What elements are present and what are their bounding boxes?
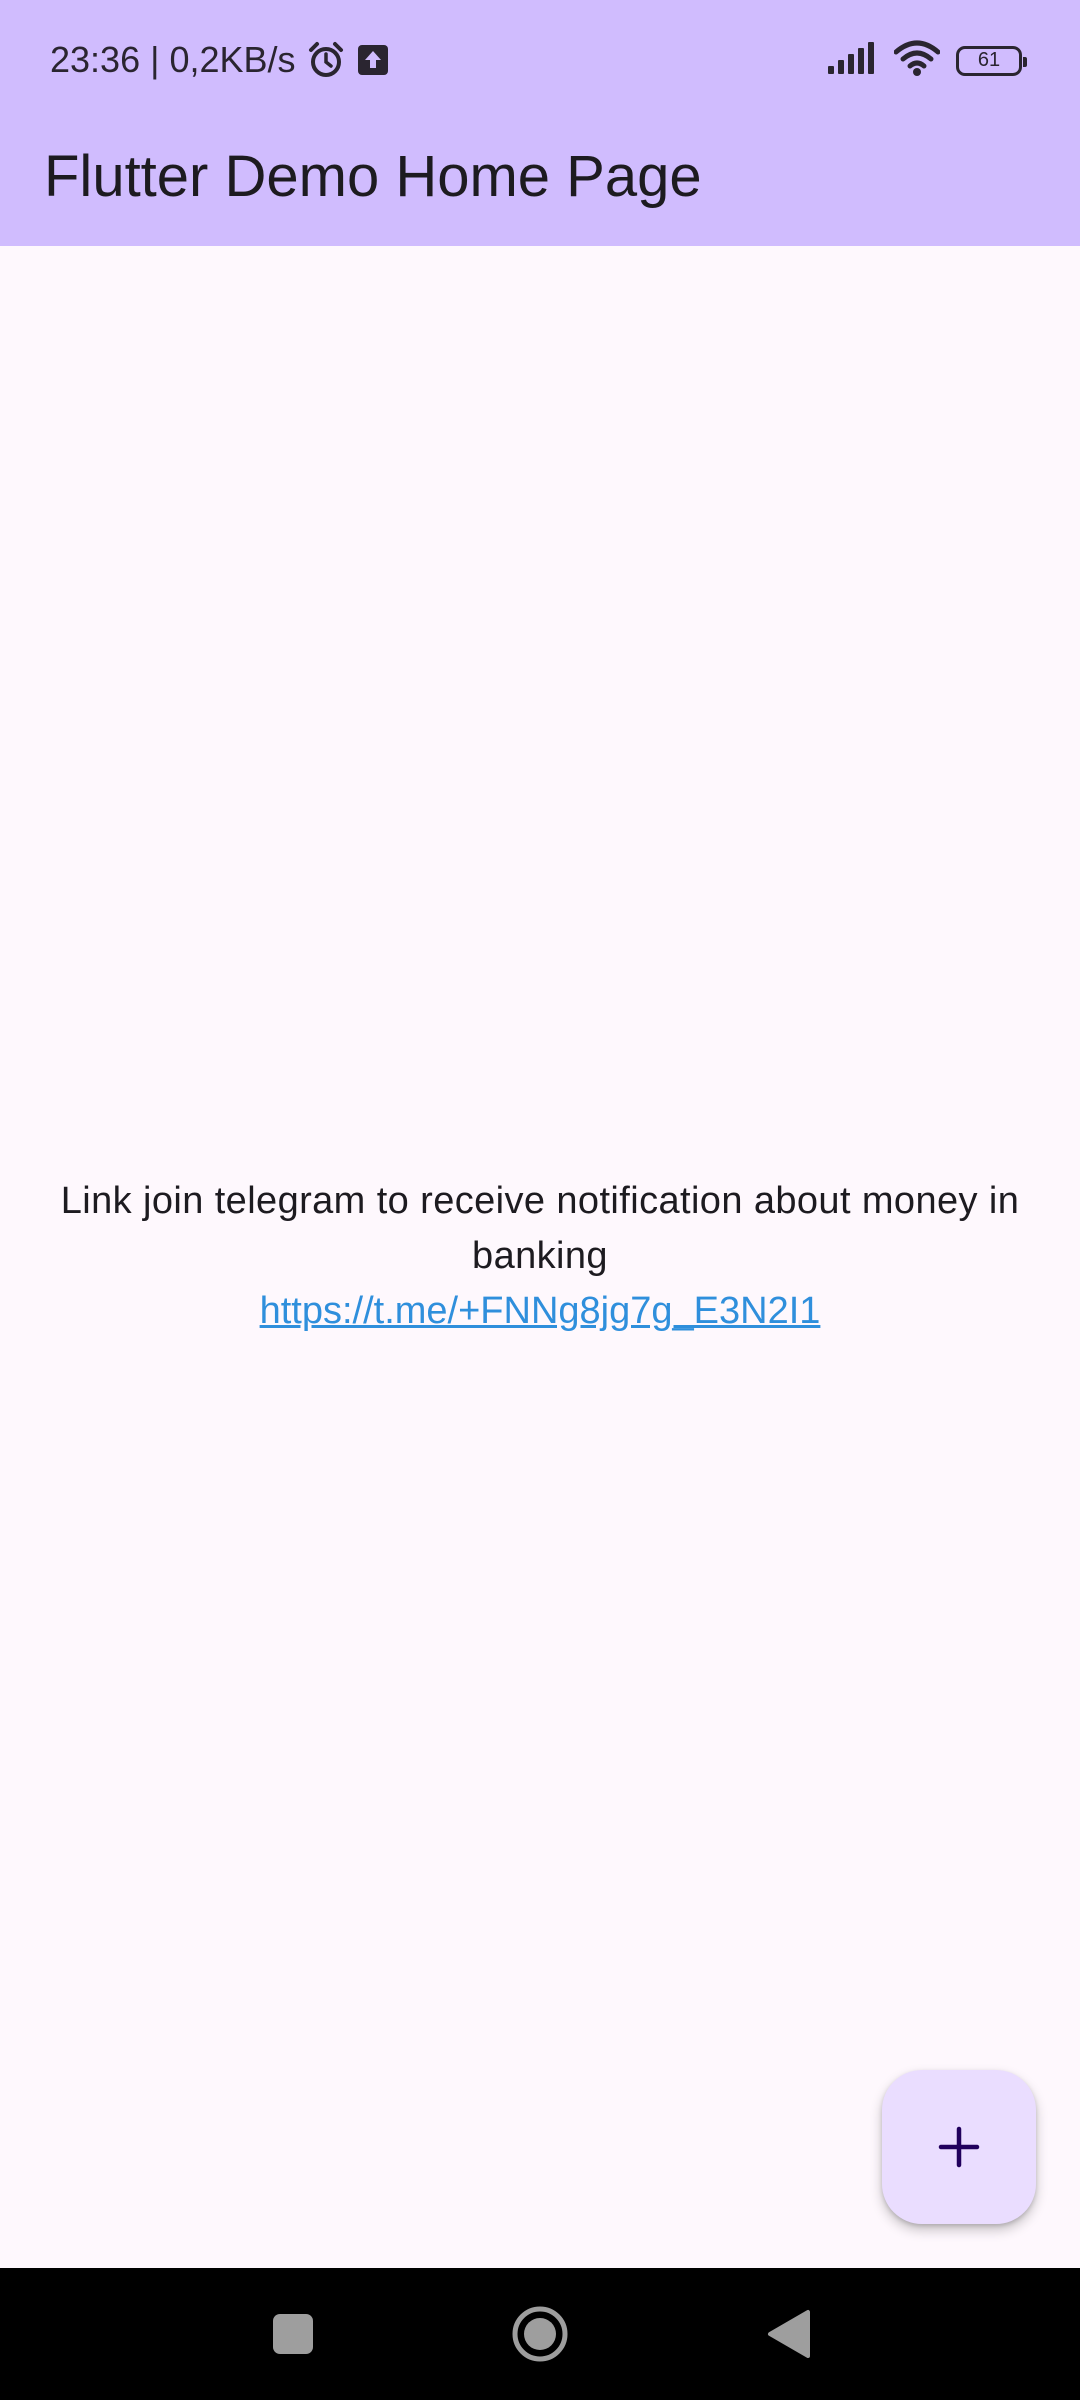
upload-icon [356,43,390,77]
status-right: 61 [828,40,1027,81]
status-bar: 23:36 | 0,2KB/s 61 [0,0,1080,122]
plus-icon [938,2126,980,2168]
home-icon [512,2306,568,2362]
status-left: 23:36 | 0,2KB/s [50,38,390,82]
recent-apps-button[interactable] [261,2302,325,2366]
app-bar: Flutter Demo Home Page [0,122,1080,246]
phone-screen: 23:36 | 0,2KB/s 61 Flutter Demo Home Pag… [0,0,1080,2400]
back-icon [768,2310,810,2358]
status-time-speed: 23:36 | 0,2KB/s [50,39,296,80]
battery-icon: 61 [956,45,1027,76]
alarm-icon [306,40,346,80]
main-content: Link join telegram to receive notificati… [0,246,1080,2268]
telegram-link[interactable]: https://t.me/+FNNg8jg7g_E3N2I1 [260,1284,821,1339]
signal-icon [828,42,878,79]
page-title: Flutter Demo Home Page [44,144,702,209]
message-block: Link join telegram to receive notificati… [30,1174,1050,1339]
recent-apps-icon [273,2314,313,2354]
add-button[interactable] [882,2070,1036,2224]
navigation-bar [0,2268,1080,2400]
wifi-icon [893,40,941,81]
back-button[interactable] [756,2302,820,2366]
battery-level: 61 [977,49,1001,71]
message-text: Link join telegram to receive notificati… [60,1180,1020,1277]
home-button[interactable] [508,2302,572,2366]
